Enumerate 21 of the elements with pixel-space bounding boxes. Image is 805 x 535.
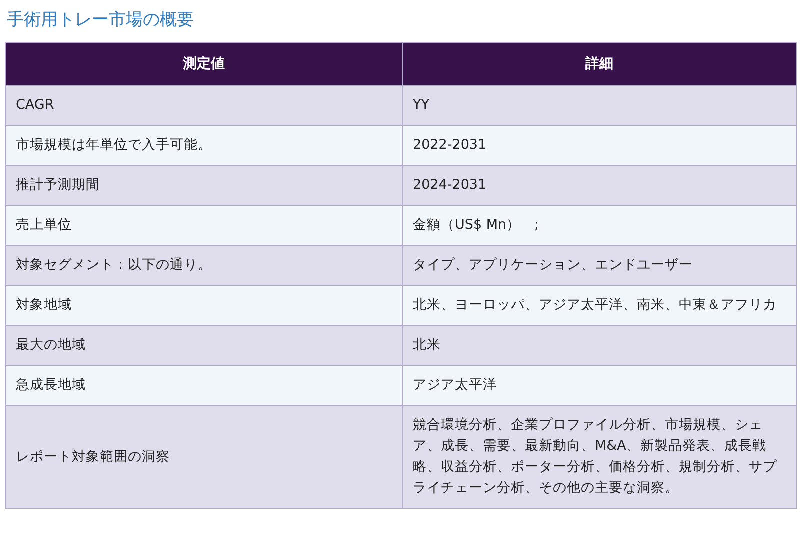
table-cell: 対象地域 [6, 286, 402, 326]
table-title: 手術用トレー市場の概要 [7, 9, 195, 32]
table-cell: 金額（US$ Mn） ; [402, 206, 796, 246]
table-cell: 2024-2031 [402, 166, 796, 206]
table-cell: 市場規模は年単位で入手可能。 [6, 126, 402, 166]
table-cell: 2022-2031 [402, 126, 796, 166]
table-cell: 競合環境分析、企業プロファイル分析、市場規模、シェア、成長、需要、最新動向、M&A、新製品発表、成長戦略、収益分析、ポーター分析、価格分析、規制分析、サプライチェーン分析、その他の主要な洞察。 [402, 406, 796, 508]
table-cell: タイプ、アプリケーション、エンドユーザー [402, 246, 796, 286]
table-cell: YY [402, 86, 796, 126]
table-cell: 北米、ヨーロッパ、アジア太平洋、南米、中東＆アフリカ [402, 286, 796, 326]
table-cell: 最大の地域 [6, 326, 402, 366]
column-header: 測定値 [6, 42, 402, 86]
table-cell: CAGR [6, 86, 402, 126]
table-cell: 北米 [402, 326, 796, 366]
column-header: 詳細 [402, 42, 796, 86]
table-cell: アジア太平洋 [402, 366, 796, 406]
table-cell: 急成長地域 [6, 366, 402, 406]
table-cell: レポート対象範囲の洞察 [6, 406, 402, 508]
table-cell: 対象セグメント：以下の通り。 [6, 246, 402, 286]
table-cell: 推計予測期間 [6, 166, 402, 206]
table-cell: 売上単位 [6, 206, 402, 246]
